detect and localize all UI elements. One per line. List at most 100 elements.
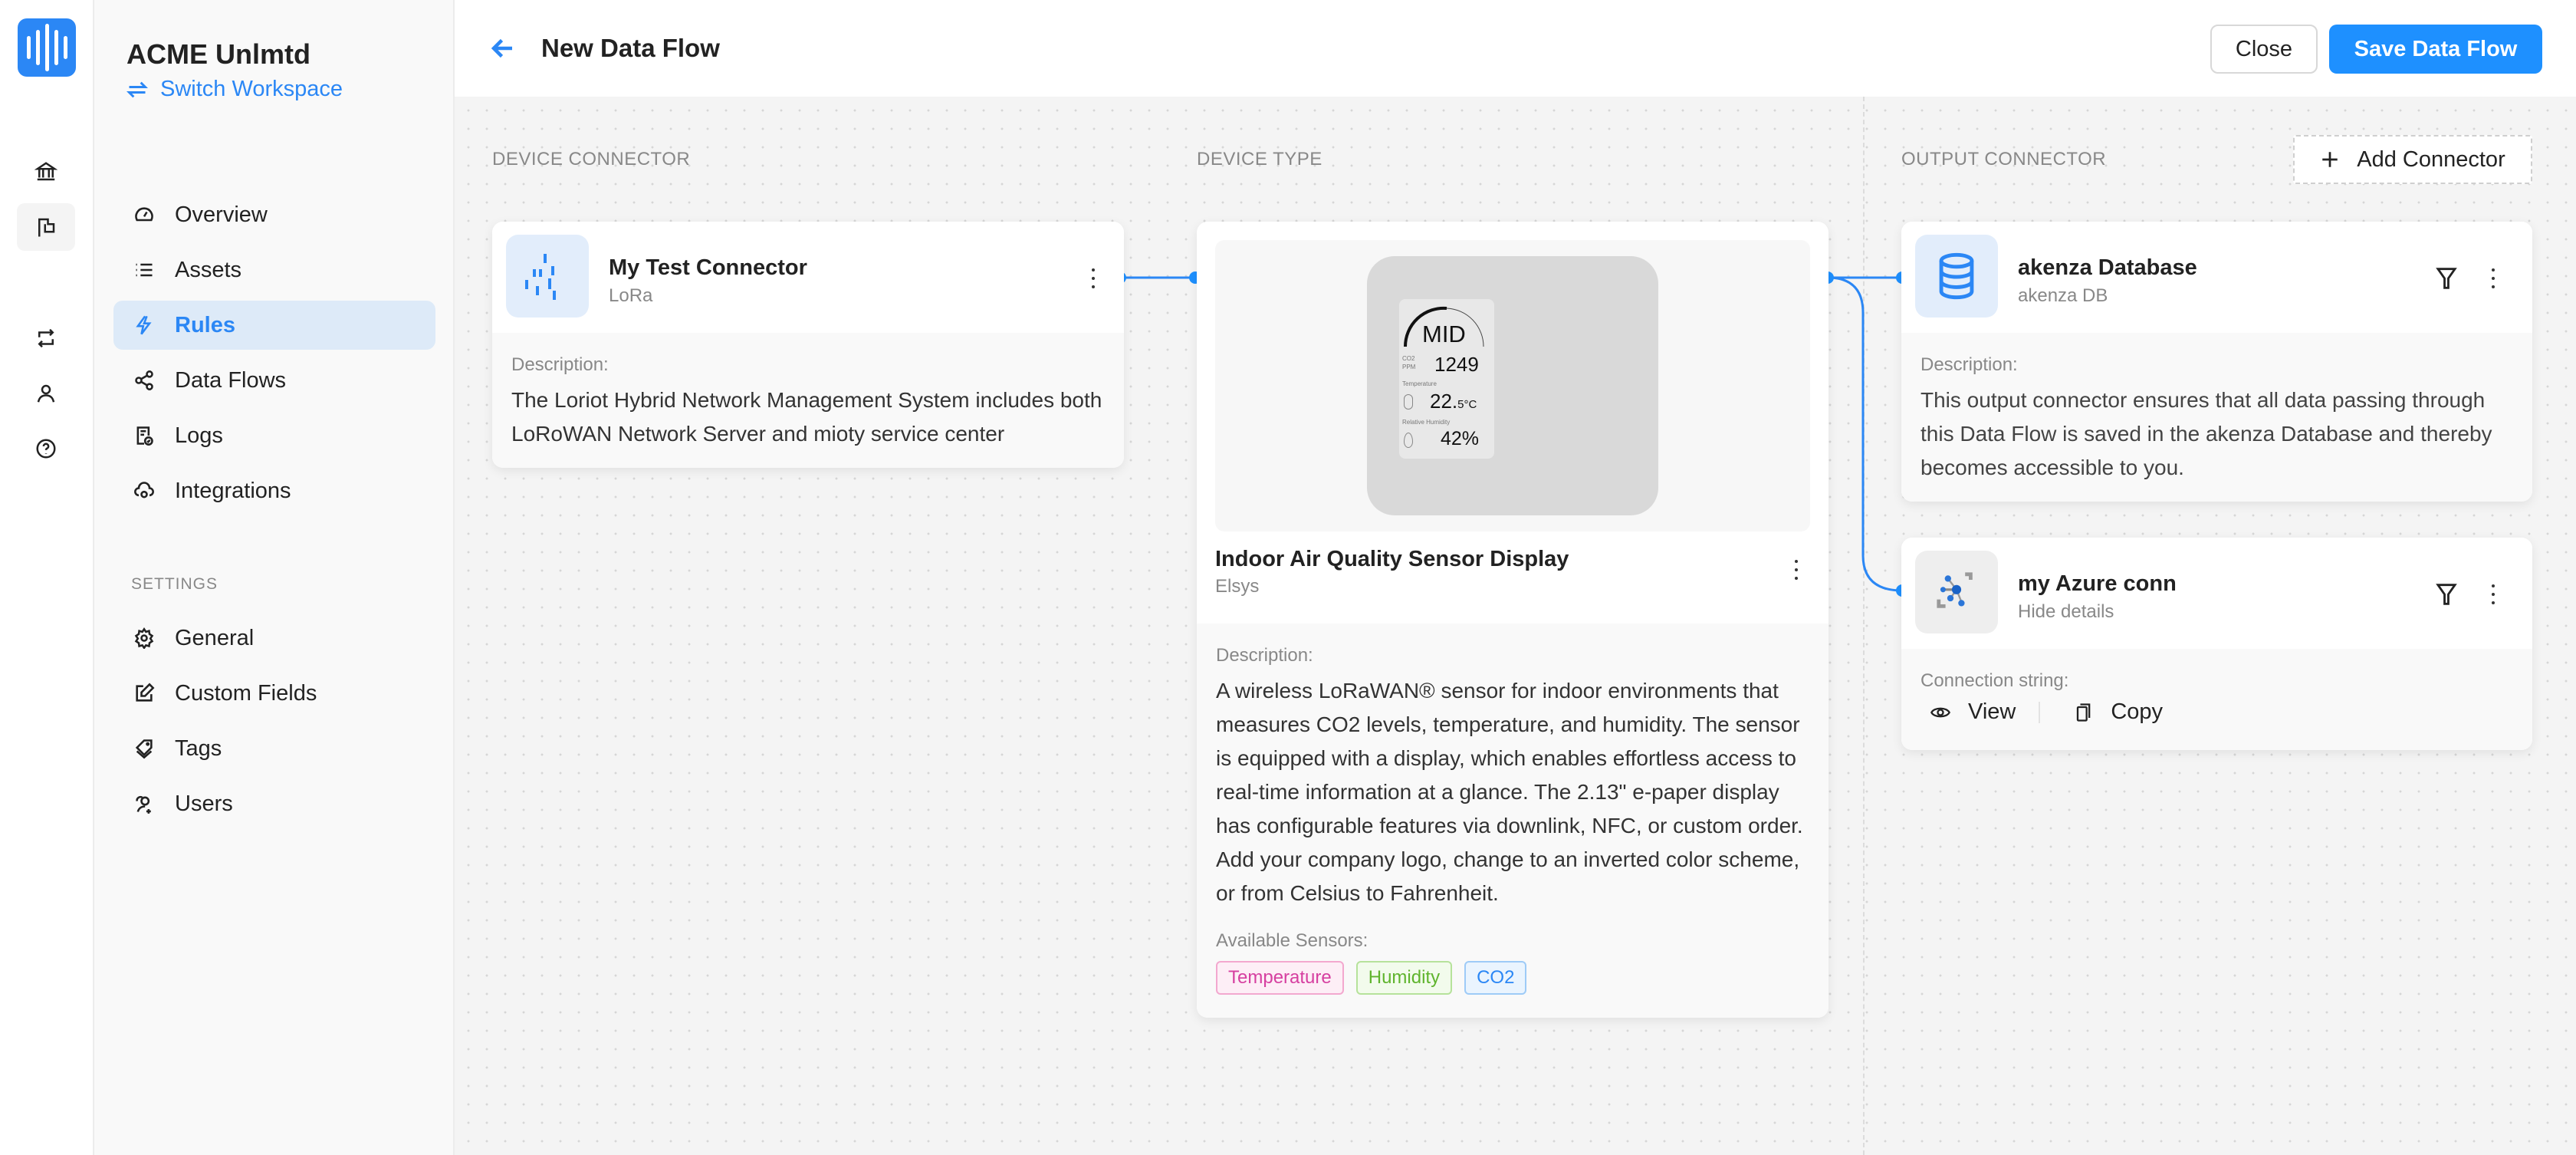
- output-card-akenza-db[interactable]: akenza Database akenza DB Description: T…: [1901, 222, 2532, 502]
- rail-item-repeat[interactable]: [17, 314, 75, 362]
- bank-icon: [34, 162, 58, 181]
- switch-workspace-link[interactable]: Switch Workspace: [127, 77, 343, 102]
- filter-icon: [2436, 268, 2457, 289]
- rail-item-help[interactable]: [17, 425, 75, 472]
- sensor-tag-temperature: Temperature: [1216, 961, 1344, 995]
- arrow-left-icon: [491, 38, 512, 58]
- sidebar-item-label: General: [175, 625, 255, 650]
- device-type-card[interactable]: MID CO2 PPM 1249 Temperature 22.5°C Relat…: [1197, 222, 1829, 1018]
- sidebar-item-label: Users: [175, 791, 233, 816]
- output-card-azure[interactable]: my Azure conn Hide details Connection st…: [1901, 538, 2532, 750]
- more-options-icon[interactable]: [2484, 582, 2502, 607]
- more-options-icon[interactable]: [2484, 266, 2502, 291]
- sidebar-item-overview[interactable]: Overview: [113, 190, 435, 239]
- connector-subtitle: LoRa: [609, 285, 653, 306]
- view-connection-button[interactable]: View: [1921, 699, 2025, 725]
- add-connector-label: Add Connector: [2357, 146, 2505, 172]
- tag-icon: [135, 739, 153, 759]
- sensor-tag-humidity: Humidity: [1355, 961, 1453, 995]
- filter-icon: [2436, 584, 2457, 605]
- output-subtitle: akenza DB: [2018, 285, 2108, 306]
- available-sensors-label: Available Sensors:: [1216, 930, 1368, 951]
- sidebar-item-label: Data Flows: [175, 367, 287, 393]
- rail-item-account[interactable]: [17, 370, 75, 417]
- device-image: MID CO2 PPM 1249 Temperature 22.5°C Relat…: [1215, 240, 1810, 531]
- database-icon: [1915, 235, 1998, 318]
- sidebar-item-tags[interactable]: Tags: [113, 724, 435, 773]
- switch-arrows-icon: [127, 81, 148, 97]
- page-header: New Data Flow Close Save Data Flow: [455, 0, 2576, 97]
- description-label: Description:: [1216, 645, 1313, 666]
- sensor-tags: Temperature Humidity CO2: [1216, 961, 1809, 995]
- log-icon: [136, 426, 153, 446]
- lora-icon: [506, 235, 589, 318]
- eye-icon: [1930, 707, 1950, 717]
- device-type-vendor: Elsys: [1215, 576, 1260, 597]
- close-button[interactable]: Close: [2210, 25, 2318, 74]
- sidebar-item-assets[interactable]: Assets: [113, 245, 435, 295]
- sidebar-item-label: Tags: [175, 735, 222, 761]
- rail-item-flag[interactable]: [17, 203, 75, 251]
- list-icon: [136, 263, 153, 277]
- description-label: Description:: [511, 354, 609, 375]
- app-logo[interactable]: [18, 18, 76, 77]
- rail-item-organization[interactable]: [17, 148, 75, 196]
- output-description: This output connector ensures that all d…: [1921, 388, 2492, 479]
- add-connector-button[interactable]: Add Connector: [2293, 135, 2532, 184]
- more-options-icon[interactable]: [1787, 558, 1806, 582]
- sidebar-item-label: Overview: [175, 202, 268, 227]
- sensor-tag-co2: CO2: [1464, 961, 1527, 995]
- column-label-device-type: DEVICE TYPE: [1197, 149, 1322, 169]
- sidebar-item-integrations[interactable]: Integrations: [113, 466, 435, 515]
- sidebar-item-data-flows[interactable]: Data Flows: [113, 356, 435, 405]
- connector-description: The Loriot Hybrid Network Management Sys…: [511, 388, 1102, 446]
- wire-type-to-azure: [1827, 276, 1903, 592]
- page-title: New Data Flow: [541, 34, 720, 62]
- copy-connection-button[interactable]: Copy: [2063, 699, 2172, 725]
- sidebar-item-rules[interactable]: Rules: [113, 301, 435, 350]
- column-label-output-connector: OUTPUT CONNECTOR: [1901, 149, 2107, 169]
- hide-details-link[interactable]: Hide details: [2018, 601, 2114, 623]
- azure-iot-icon: [1915, 551, 1998, 633]
- output-column-divider: [1863, 97, 1865, 1155]
- filter-button[interactable]: [2435, 582, 2458, 607]
- icon-rail: [0, 0, 94, 1155]
- share-icon: [135, 370, 153, 390]
- device-type-description: A wireless LoRaWAN® sensor for indoor en…: [1216, 679, 1803, 905]
- sidebar-item-users[interactable]: Users: [113, 779, 435, 828]
- sidebar-item-label: Custom Fields: [175, 680, 317, 706]
- switch-workspace-label: Switch Workspace: [160, 77, 343, 101]
- description-label: Description:: [1921, 354, 2018, 375]
- divider: [2039, 701, 2041, 723]
- more-options-icon[interactable]: [1084, 266, 1102, 291]
- device-type-title: Indoor Air Quality Sensor Display: [1215, 547, 1569, 571]
- thermometer-icon: [1404, 394, 1413, 410]
- sidebar-item-label: Logs: [175, 423, 223, 448]
- sensor-device-illustration: MID CO2 PPM 1249 Temperature 22.5°C Relat…: [1367, 256, 1658, 515]
- back-button[interactable]: [489, 35, 517, 62]
- gear-icon: [134, 627, 154, 649]
- sidebar-item-custom-fields[interactable]: Custom Fields: [113, 669, 435, 718]
- user-icon: [37, 384, 55, 403]
- sidebar-item-general[interactable]: General: [113, 614, 435, 663]
- connection-string-label: Connection string:: [1921, 670, 2069, 691]
- sidebar-item-label: Assets: [175, 257, 242, 282]
- epaper-display: MID CO2 PPM 1249 Temperature 22.5°C Relat…: [1399, 299, 1494, 459]
- filter-button[interactable]: [2435, 266, 2458, 291]
- lightning-icon: [136, 315, 152, 335]
- copy-icon: [2077, 703, 2091, 722]
- save-data-flow-button[interactable]: Save Data Flow: [2329, 25, 2542, 74]
- flow-canvas: DEVICE CONNECTOR DEVICE TYPE OUTPUT CONN…: [455, 97, 2576, 1155]
- sidebar-item-label: Integrations: [175, 478, 291, 503]
- users-icon: [136, 795, 151, 814]
- workspace-name: ACME Unlmtd: [127, 38, 310, 70]
- connector-title: My Test Connector: [609, 255, 807, 280]
- flag-icon: [38, 218, 55, 237]
- sidebar-item-label: Rules: [175, 312, 235, 337]
- droplet-icon: [1404, 433, 1413, 448]
- sidebar-item-logs[interactable]: Logs: [113, 411, 435, 460]
- cloud-sync-icon: [134, 482, 154, 499]
- edit-icon: [136, 683, 155, 702]
- column-label-device-connector: DEVICE CONNECTOR: [492, 149, 691, 169]
- device-connector-card[interactable]: My Test Connector LoRa Description: The …: [492, 222, 1124, 468]
